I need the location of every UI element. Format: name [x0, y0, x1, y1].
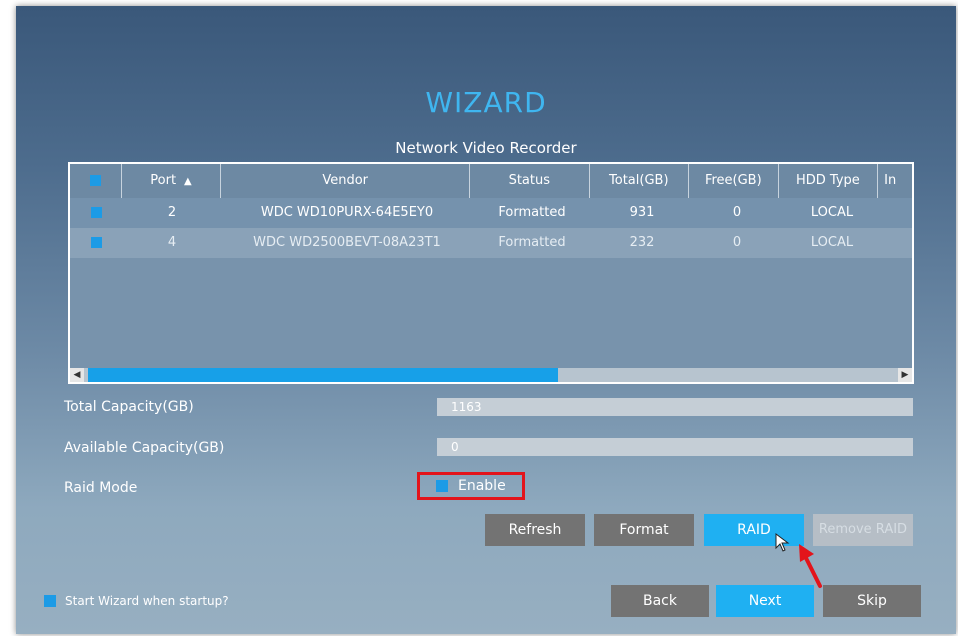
checkbox-icon	[44, 595, 56, 607]
cell-port: 4	[167, 235, 177, 250]
remove-raid-button[interactable]: Remove RAID	[813, 514, 913, 546]
scroll-left-icon[interactable]: ◀	[70, 368, 84, 382]
cell-total: 931	[629, 205, 655, 220]
cell-free: 0	[732, 235, 742, 250]
total-capacity-field: 1163	[437, 398, 913, 416]
red-arrow-icon	[799, 544, 822, 588]
cell-vendor: WDC WD10PURX-64E5EY0	[260, 205, 434, 220]
checkbox-icon	[436, 480, 448, 492]
available-capacity-field: 0	[437, 438, 913, 456]
checkbox-icon	[90, 237, 102, 248]
column-header-vendor[interactable]: Vendor	[221, 164, 471, 198]
table-row[interactable]: 4 WDC WD2500BEVT-08A23T1 Formatted 232 0…	[70, 228, 912, 258]
skip-button[interactable]: Skip	[823, 585, 921, 617]
available-capacity-label: Available Capacity(GB)	[64, 440, 225, 456]
select-all-checkbox[interactable]	[70, 164, 122, 198]
table-row[interactable]: 2 WDC WD10PURX-64E5EY0 Formatted 931 0 L…	[70, 198, 912, 228]
row-checkbox[interactable]	[70, 228, 122, 258]
cell-hdd-type: LOCAL	[810, 205, 854, 220]
cell-total: 232	[629, 235, 655, 250]
scroll-right-icon[interactable]: ▶	[898, 368, 912, 382]
cell-hdd-type: LOCAL	[810, 235, 854, 250]
column-header-hdd-type[interactable]: HDD Type	[779, 164, 879, 198]
raid-enable-checkbox[interactable]: Enable	[417, 472, 525, 500]
column-header-truncated[interactable]: In	[878, 164, 912, 198]
checkbox-icon	[89, 175, 101, 186]
column-header-free[interactable]: Free(GB)	[689, 164, 779, 198]
raid-mode-label: Raid Mode	[64, 480, 138, 496]
cell-port: 2	[167, 205, 177, 220]
next-button[interactable]: Next	[716, 585, 814, 617]
column-header-total[interactable]: Total(GB)	[590, 164, 690, 198]
row-checkbox[interactable]	[70, 198, 122, 228]
total-capacity-label: Total Capacity(GB)	[64, 399, 194, 415]
cell-status: Formatted	[498, 235, 566, 250]
cell-free: 0	[732, 205, 742, 220]
page-title: WIZARD	[425, 86, 547, 119]
format-button[interactable]: Format	[594, 514, 694, 546]
cell-status: Formatted	[498, 205, 566, 220]
sort-up-icon: ▲	[184, 176, 192, 187]
cell-vendor: WDC WD2500BEVT-08A23T1	[253, 235, 441, 250]
cursor-icon	[775, 533, 790, 552]
scrollbar-thumb[interactable]	[88, 368, 558, 382]
page-subtitle: Network Video Recorder	[395, 139, 577, 157]
start-wizard-label: Start Wizard when startup?	[65, 594, 229, 608]
horizontal-scrollbar[interactable]: ◀ ▶	[70, 368, 912, 382]
disk-table: Port ▲ Vendor Status Total(GB) Free(GB) H…	[68, 162, 914, 384]
raid-enable-label: Enable	[458, 478, 506, 494]
table-header: Port ▲ Vendor Status Total(GB) Free(GB) H…	[70, 164, 912, 198]
checkbox-icon	[90, 207, 102, 218]
column-header-port[interactable]: Port ▲	[122, 164, 222, 198]
wizard-window: WIZARD Network Video Recorder Port ▲ Vend…	[16, 6, 956, 634]
back-button[interactable]: Back	[611, 585, 709, 617]
start-wizard-checkbox[interactable]: Start Wizard when startup?	[44, 594, 229, 608]
column-header-status[interactable]: Status	[470, 164, 590, 198]
refresh-button[interactable]: Refresh	[485, 514, 585, 546]
